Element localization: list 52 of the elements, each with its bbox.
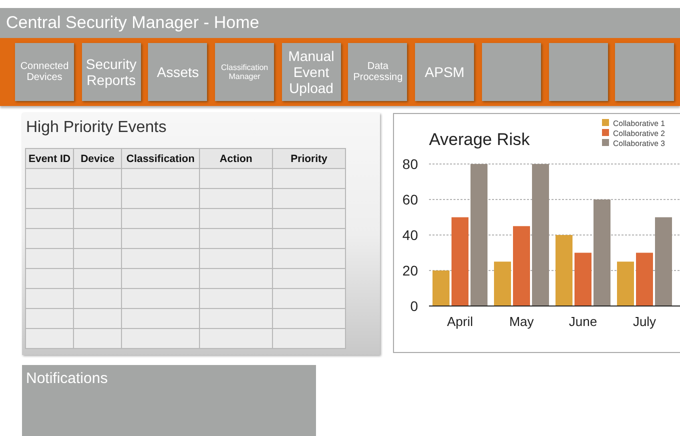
table-cell [74,228,122,248]
table-cell [74,208,122,228]
chart-title: Average Risk [429,130,530,149]
panel-title: Notifications [25,369,108,387]
nav-tile[interactable]: Security Reports [82,43,141,101]
column-header: Device [74,148,122,168]
table-cell [26,168,74,188]
table-cell [74,288,122,308]
table-cell [74,308,122,328]
nav-tile[interactable]: APSM [415,43,474,101]
bar [636,252,653,306]
nav-tile[interactable] [548,43,608,101]
column-header: Classification [122,148,200,168]
table-cell [26,268,74,288]
table-cell [26,328,74,348]
nav-tile[interactable]: Classification Manager [215,43,274,101]
table-cell [26,288,74,308]
y-tick-label: 20 [402,262,418,278]
x-tick-label: June [568,314,598,329]
nav-tile[interactable]: Assets [148,43,208,101]
table-cell [26,308,74,328]
table-cell [74,188,122,208]
column-header: Action [200,148,272,168]
table-cell [26,208,74,228]
column-header: Event ID [26,148,74,168]
table-cell [74,328,122,348]
y-tick-label: 40 [402,227,418,243]
table-cell [74,268,122,288]
nav-tile[interactable] [482,43,541,101]
table-cell [74,168,122,188]
window-title: Central Security Manager - Home [0,8,680,38]
bar [432,270,450,306]
y-tick-label: 80 [402,156,418,172]
table-cell [26,248,74,268]
bar [494,262,511,306]
bar [556,235,572,306]
x-tick-label: May [509,314,534,329]
panel-title: High Priority Events [25,118,168,138]
nav-tile[interactable] [615,43,674,101]
table-cell [26,188,74,208]
y-tick-label: 60 [402,192,418,208]
y-tick-label: 0 [410,298,418,314]
nav-tile[interactable]: Data Processing [348,43,408,101]
nav-tile[interactable]: Connected Devices [15,43,74,101]
bar [617,262,634,306]
bar [574,252,592,306]
column-header: Priority [272,148,346,168]
nav-tile[interactable]: Manual Event Upload [282,43,341,101]
x-tick-label: April [447,314,473,329]
table-cell [74,248,122,268]
table-cell [26,228,74,248]
x-tick-label: July [632,314,656,329]
